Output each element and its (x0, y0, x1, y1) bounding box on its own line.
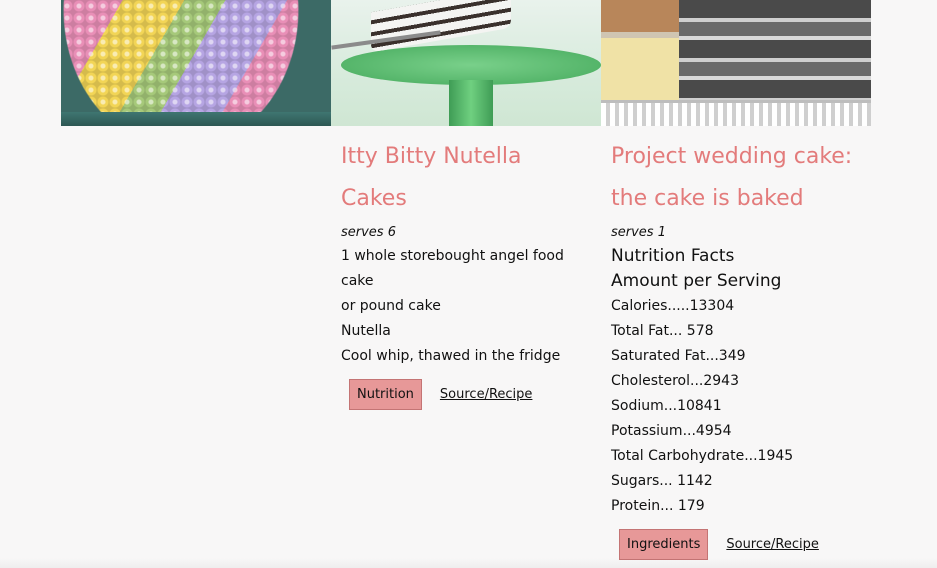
recipe-title[interactable]: Project wedding cake: the cake is baked (611, 136, 861, 220)
ingredient-line: or pound cake (341, 298, 441, 314)
nutrition-facts-title: Nutrition Facts (611, 246, 735, 266)
recipe-image[interactable] (61, 0, 331, 126)
recipe-image[interactable] (331, 0, 601, 126)
nutrition-fact: Cholesterol...2943 (611, 373, 739, 389)
source-recipe-link[interactable]: Source/Recipe (726, 537, 819, 552)
nutrition-fact: Protein... 179 (611, 498, 705, 514)
recipe-title-line-1: Project wedding cake: (611, 144, 853, 169)
nutrition-fact: Sugars... 1142 (611, 473, 713, 489)
ingredients-button[interactable]: Ingredients (619, 529, 709, 560)
recipe-card-2: Itty Bitty Nutella Cakes serves 6 1 whol… (331, 0, 601, 410)
recipe-title-line-2: the cake is baked (611, 186, 804, 211)
ingredient-line: Cool whip, thawed in the fridge (341, 348, 561, 364)
nutrition-fact: Sodium...10841 (611, 398, 722, 414)
recipe-title[interactable]: Itty Bitty Nutella Cakes (341, 136, 591, 220)
recipe-card-1 (61, 0, 331, 126)
bottom-shadow (0, 558, 937, 568)
recipe-content: Itty Bitty Nutella Cakes serves 6 1 whol… (331, 126, 601, 410)
ingredient-line: Nutella (341, 323, 391, 339)
nutrition-fact: Calories.....13304 (611, 298, 735, 314)
serves-label: serves 1 (611, 225, 666, 240)
nutrition-fact: Potassium...4954 (611, 423, 732, 439)
recipe-card-3: Project wedding cake: the cake is baked … (601, 0, 871, 560)
recipe-content: Project wedding cake: the cake is baked … (601, 126, 871, 560)
card-actions: Ingredients Source/Recipe (619, 529, 861, 560)
serves-label: serves 6 (341, 225, 396, 240)
card-actions: Nutrition Source/Recipe (349, 379, 591, 410)
recipe-grid: Itty Bitty Nutella Cakes serves 6 1 whol… (0, 0, 937, 568)
amount-per-serving-label: Amount per Serving (611, 271, 782, 291)
nutrition-fact: Saturated Fat...349 (611, 348, 746, 364)
nutrition-button[interactable]: Nutrition (349, 379, 422, 410)
ingredient-line: 1 whole storebought angel food cake (341, 248, 564, 289)
nutrition-fact: Total Fat... 578 (611, 323, 714, 339)
recipe-image[interactable] (601, 0, 871, 126)
nutrition-fact: Total Carbohydrate...1945 (611, 448, 794, 464)
source-recipe-link[interactable]: Source/Recipe (440, 387, 533, 402)
